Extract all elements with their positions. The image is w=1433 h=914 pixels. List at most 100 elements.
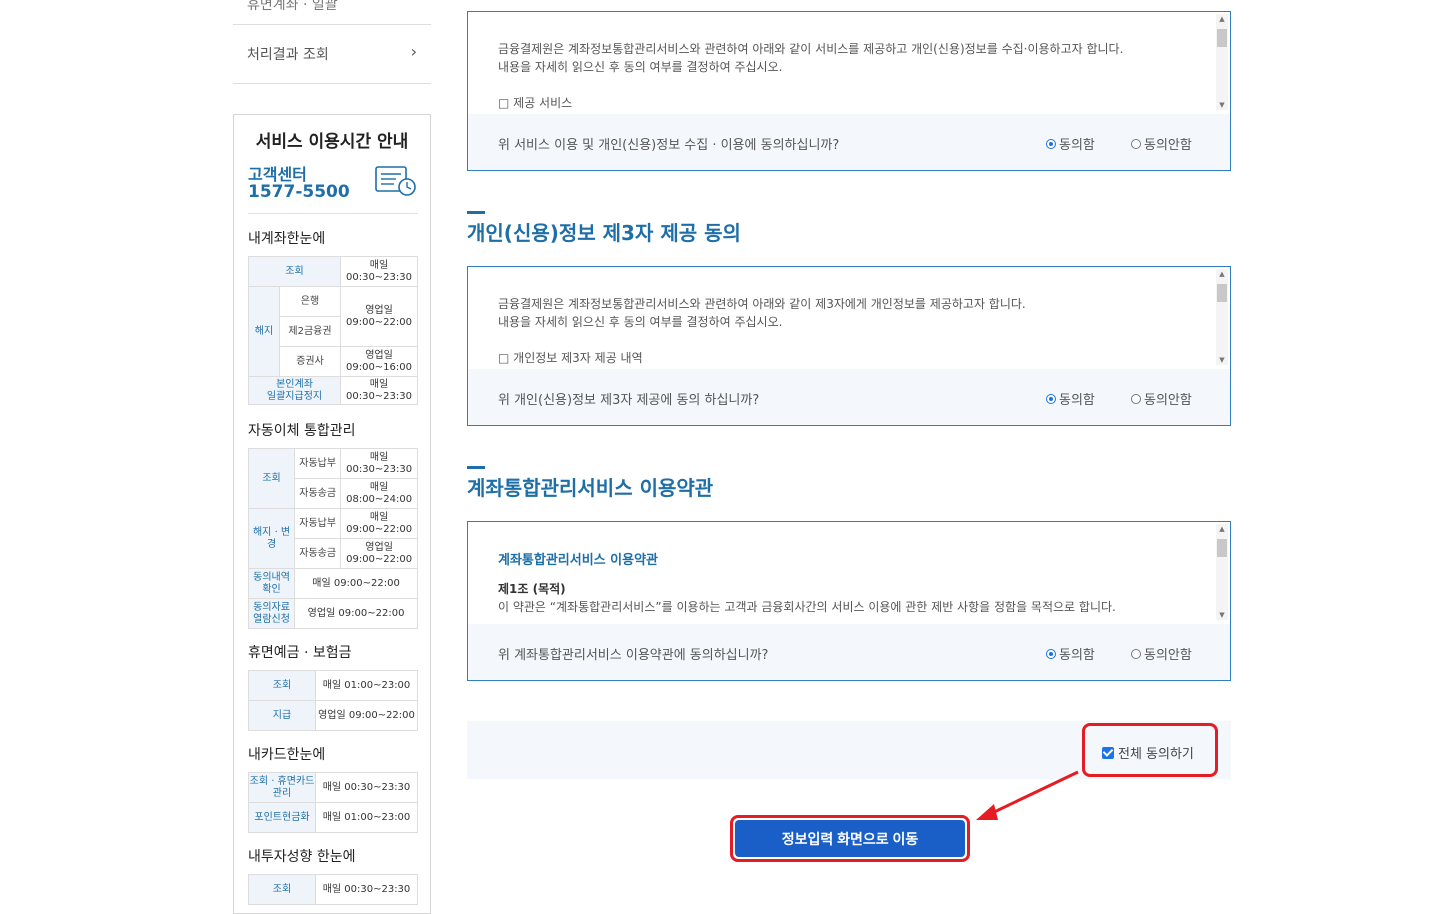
disagree-radio[interactable]: 동의안함 [1131,644,1192,663]
section-title: 내카드한눈에 [248,747,326,763]
table-cell: 자동납부 [294,508,342,539]
table-cell: 해지 · 변경 [247,508,296,569]
table-cell: 매일 01:00~23:00 [315,802,418,833]
sidebar-item-label: 휴면계좌 · 일괄 [247,0,338,13]
service-hours-panel: 서비스 이용시간 안내 고객센터 1577-5500 내계좌한눈에 조회 매일 0… [233,114,431,914]
service-hours-title: 서비스 이용시간 안내 [255,132,409,152]
table-cell: 영업일 09:00~22:00 [315,700,418,731]
radio-checked-icon [1046,648,1056,659]
scrollbar[interactable]: ▲ ▼ [1216,269,1228,365]
scrollbar[interactable]: ▲ ▼ [1216,14,1228,110]
hours-table-mycard: 조회 · 휴면카드 관리 매일 00:30~23:30 포인트현금화 매일 01:… [248,772,418,833]
disagree-radio[interactable]: 동의안함 [1131,134,1192,153]
disagree-radio[interactable]: 동의안함 [1131,389,1192,408]
radio-label: 동의함 [1059,648,1095,663]
heading-accent-bar [467,211,485,214]
section-title: 휴면예금 · 보험금 [248,645,352,661]
table-cell: 자동송금 [294,478,342,509]
highlight-box-next-button [730,815,970,862]
section-heading-third-party: 개인(신용)정보 제3자 제공 동의 [467,221,741,245]
agree-radio[interactable]: 동의함 [1046,134,1095,153]
radio-label: 동의함 [1059,138,1095,153]
section-title: 내투자성향 한눈에 [248,849,356,865]
table-cell: 해지 [248,286,280,377]
table-cell: 자동송금 [294,538,342,569]
consent-box-service: 금융결제원은 계좌정보통합관리서비스와 관련하여 아래와 같이 서비스를 제공하… [467,11,1231,171]
consent-question-bar: 위 계좌통합관리서비스 이용약관에 동의하십니까? 동의함 동의안함 [468,624,1230,680]
consent-question: 위 개인(신용)정보 제3자 제공에 동의 하십니까? [498,393,760,408]
hours-table-autotransfer: 조회 자동납부 매일 00:30~23:30 자동송금 매일 08:00~24:00… [247,448,418,629]
table-cell: 조회 [248,874,316,905]
scroll-thumb[interactable] [1217,284,1227,302]
table-cell: 영업일 09:00~22:00 [340,538,418,569]
table-cell: 매일 08:00~24:00 [340,478,418,509]
table-cell: 동의자료 열람신청 [247,598,296,629]
customer-center-number: 1577-5500 [248,182,350,202]
table-cell: 매일 00:30~23:30 [315,874,418,905]
radio-unchecked-icon [1131,138,1141,149]
consent-question: 위 서비스 이용 및 개인(신용)정보 수집 · 이용에 동의하십니까? [498,138,840,153]
section-heading-terms: 계좌통합관리서비스 이용약관 [467,476,714,500]
paragraph: 금융결제원은 계좌정보통합관리서비스와 관련하여 아래와 같이 서비스를 제공하… [498,42,1124,56]
scroll-up-icon[interactable]: ▲ [1216,269,1228,279]
radio-label: 동의안함 [1144,648,1192,663]
consent-question: 위 계좌통합관리서비스 이용약관에 동의하십니까? [498,648,769,663]
radio-unchecked-icon [1131,648,1141,659]
scroll-down-icon[interactable]: ▼ [1216,610,1228,620]
scroll-up-icon[interactable]: ▲ [1216,14,1228,24]
scroll-thumb[interactable] [1217,29,1227,47]
table-cell: 매일 00:30~23:30 [315,772,418,803]
table-cell: 매일 00:30~23:30 [340,256,418,287]
paragraph: 금융결제원은 계좌정보통합관리서비스와 관련하여 아래와 같이 제3자에게 개인… [498,297,1026,311]
paragraph: □ 제공 서비스 [498,96,573,110]
hours-table-myaccount: 조회 매일 00:30~23:30 해지 은행 영업일 09:00~22:00 제2… [248,256,418,405]
table-cell: 은행 [279,286,341,317]
table-cell: 영업일 09:00~22:00 [340,286,418,347]
paragraph: □ 개인정보 제3자 제공 내역 [498,351,643,365]
table-cell: 매일 00:30~23:30 [340,448,418,479]
scroll-thumb[interactable] [1217,539,1227,557]
scroll-up-icon[interactable]: ▲ [1216,524,1228,534]
consent-text: 계좌통합관리서비스 이용약관 제1조 (목적) 이 약관은 “계좌통합관리서비스… [498,552,1198,616]
table-cell: 조회 [248,256,341,287]
table-cell: 포인트현금화 [248,802,316,833]
table-cell: 증권사 [279,346,341,377]
scrollbar[interactable]: ▲ ▼ [1216,524,1228,620]
paragraph: 내용을 자세히 읽으신 후 동의 여부를 결정하여 주십시오. [498,315,783,329]
paragraph: 내용을 자세히 읽으신 후 동의 여부를 결정하여 주십시오. [498,60,783,74]
consent-text: 금융결제원은 계좌정보통합관리서비스와 관련하여 아래와 같이 제3자에게 개인… [498,295,1198,367]
highlight-box-agree-all [1082,723,1218,777]
calendar-clock-icon [375,166,416,196]
hours-table-dormant: 조회 매일 01:00~23:00 지급 영업일 09:00~22:00 [248,670,418,731]
agree-radio[interactable]: 동의함 [1046,644,1095,663]
table-cell: 동의내역 확인 [247,568,296,599]
consent-question-bar: 위 개인(신용)정보 제3자 제공에 동의 하십니까? 동의함 동의안함 [468,369,1230,425]
radio-label: 동의안함 [1144,138,1192,153]
sidebar-item-partial[interactable]: 휴면계좌 · 일괄 [233,0,431,25]
chevron-right-icon: › [410,42,417,61]
terms-article: 제1조 (목적) [498,582,566,596]
section-title: 자동이체 통합관리 [248,423,356,439]
scroll-down-icon[interactable]: ▼ [1216,355,1228,365]
section-title: 내계좌한눈에 [248,231,326,247]
radio-label: 동의안함 [1144,393,1192,408]
scroll-down-icon[interactable]: ▼ [1216,100,1228,110]
table-cell: 조회 · 휴면카드 관리 [248,772,316,803]
divider [248,213,418,214]
table-cell: 영업일 09:00~22:00 [294,598,418,629]
radio-checked-icon [1046,393,1056,404]
sidebar-item-result[interactable]: 처리결과 조회 › [233,24,431,84]
table-cell: 지급 [248,700,316,731]
arrow-annotation-icon [976,770,1079,820]
hours-table-invest: 조회 매일 00:30~23:30 [248,874,418,905]
radio-label: 동의함 [1059,393,1095,408]
radio-checked-icon [1046,138,1056,149]
table-cell: 조회 [247,448,296,509]
table-cell: 조회 [248,670,316,701]
table-cell: 매일 09:00~22:00 [294,568,418,599]
terms-title: 계좌통합관리서비스 이용약관 [498,553,659,568]
consent-box-third-party: 금융결제원은 계좌정보통합관리서비스와 관련하여 아래와 같이 제3자에게 개인… [467,266,1231,426]
table-cell: 자동납부 [294,448,342,479]
table-cell: 매일 09:00~22:00 [340,508,418,539]
agree-radio[interactable]: 동의함 [1046,389,1095,408]
